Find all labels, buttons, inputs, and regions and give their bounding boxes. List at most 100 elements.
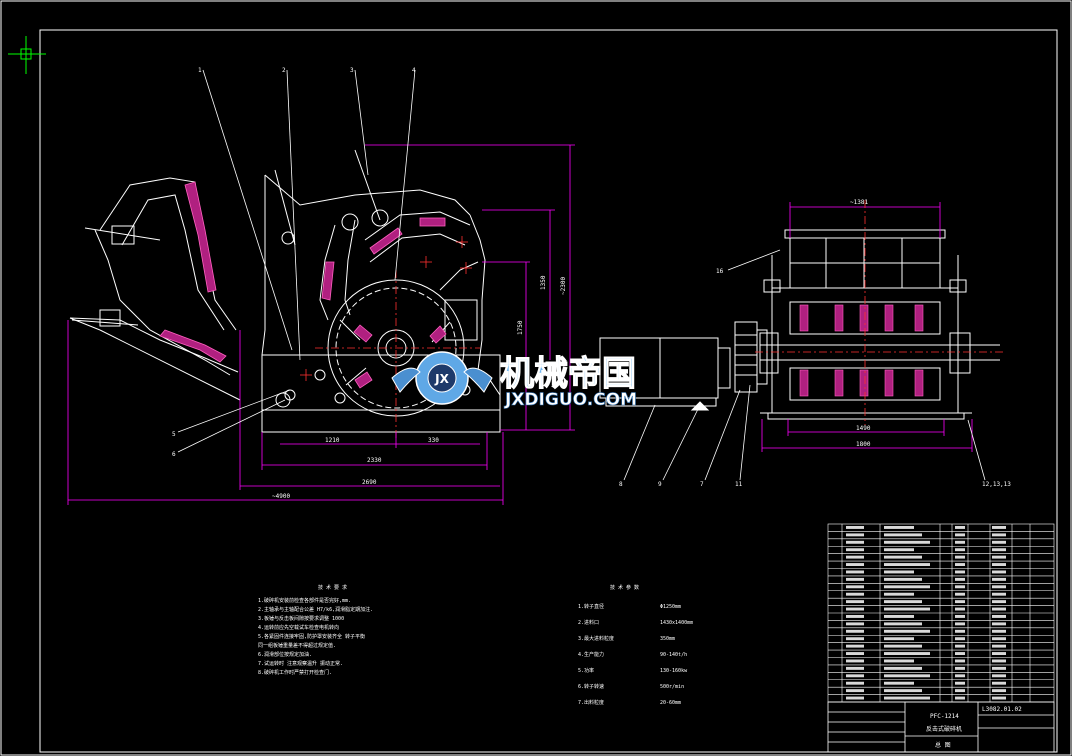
parts-table-cell-mark <box>884 696 930 700</box>
parts-table-cell-mark <box>992 577 1006 581</box>
parts-table-cell-mark <box>884 585 930 589</box>
dim-1381: ~1381 <box>850 199 868 206</box>
specs-heading: 技 术 参 数 <box>610 584 639 591</box>
parts-table-cell-mark <box>992 615 1006 618</box>
parts-table-cell-mark <box>884 563 930 566</box>
parts-table-cell-mark <box>955 674 965 678</box>
dim-1750: 1750 <box>517 320 524 335</box>
parts-table-cell-mark <box>992 600 1006 604</box>
parts-table-cell-mark <box>846 607 864 611</box>
watermark-cn: 机械帝国 <box>500 354 636 394</box>
parts-table-cell-mark <box>955 585 965 589</box>
parts-table-cell-mark <box>955 555 965 559</box>
label-part-4: 4 <box>412 67 416 74</box>
parts-table-cell-mark <box>992 592 1006 596</box>
parts-table-cell-mark <box>846 600 864 604</box>
parts-table-cell-mark <box>992 629 1006 633</box>
label-part-16: 16 <box>716 268 724 275</box>
parts-table-cell-mark <box>884 533 922 537</box>
note-line-5: 5.各紧固件连接牢固,防护罩安装齐全 转子平衡 <box>258 633 365 640</box>
spec-value-1: Φ1250mm <box>660 604 681 610</box>
label-part-6: 6 <box>172 451 176 458</box>
parts-table-cell-mark <box>955 570 965 574</box>
technical-notes: 技 术 要 求 1.破碎机安装前检查各部件是否完好,mm. 2.主轴承与主轴配合… <box>258 584 373 676</box>
parts-table-cell-mark <box>884 622 922 626</box>
sheet-label: 总 图 <box>935 741 951 749</box>
note-line-6: 同一组板锤重量差不得超过规定值. <box>258 642 336 649</box>
parts-table-cell-mark <box>955 696 965 700</box>
parts-table-cell-mark <box>992 644 1006 648</box>
parts-table-cell-mark <box>884 652 930 655</box>
parts-table-cell-mark <box>846 622 864 626</box>
parts-table-cell-mark <box>955 526 965 529</box>
label-part-12-13: 12,13,13 <box>982 481 1011 488</box>
motor-leaders <box>623 384 751 481</box>
parts-table-cell-mark <box>955 540 965 544</box>
parts-list-table <box>827 523 1055 703</box>
parts-table-cell-mark <box>846 615 864 618</box>
front-leaders <box>177 69 416 453</box>
parts-table-cell-mark <box>846 629 864 633</box>
parts-table-cell-mark <box>992 585 1006 589</box>
drawing-number: L3082.01.02 <box>982 706 1022 713</box>
parts-table-cell-mark <box>884 659 914 663</box>
spec-label-2: 2.进料口 <box>578 619 599 626</box>
parts-table-cell-mark <box>846 652 864 655</box>
parts-table-cell-mark <box>955 533 965 537</box>
parts-table-cell-mark <box>955 644 965 648</box>
cad-drawing: 1210 330 2330 2690 ~4900 1350 1750 ~2300… <box>0 0 1072 756</box>
bottom-part-labels: 8 9 7 11 <box>619 481 743 488</box>
parts-table-cell-mark <box>992 563 1006 566</box>
watermark: JX 机械帝国 JXDIGUO.COM <box>391 351 637 410</box>
spec-label-5: 5.功率 <box>578 667 594 674</box>
parts-table-cell-mark <box>992 696 1006 700</box>
spec-value-4: 90-140t/h <box>660 652 687 658</box>
dim-2690: 2690 <box>362 479 377 486</box>
parts-table-cell-mark <box>955 548 965 552</box>
parts-table-cell-mark <box>846 644 864 648</box>
parts-table-cell-mark <box>955 629 965 633</box>
parts-table-cell-mark <box>846 689 864 693</box>
label-part-11: 11 <box>735 481 743 488</box>
parts-table-cell-mark <box>884 555 922 559</box>
dim-2300: ~2300 <box>560 277 567 295</box>
parts-table-cell-mark <box>955 622 965 626</box>
parts-table-cell-mark <box>955 600 965 604</box>
watermark-en: JXDIGUO.COM <box>504 390 637 410</box>
note-line-3: 3.板锤与反击板间隙按要求调整 1000 <box>258 615 344 622</box>
parts-table-cell-mark <box>992 689 1006 693</box>
parts-table-cell-mark <box>846 637 864 641</box>
parts-table-cell-mark <box>992 526 1006 529</box>
parts-table-cell-mark <box>992 637 1006 641</box>
svg-text:JX: JX <box>434 372 449 386</box>
model-number: PFC-1214 <box>930 713 959 720</box>
dim-330: 330 <box>428 437 439 444</box>
label-part-5: 5 <box>172 431 176 438</box>
note-line-8: 7.试运转时 注意观察温升 振动正常. <box>258 660 343 667</box>
note-line-1: 1.破碎机安装前检查各部件是否完好,mm. <box>258 597 351 604</box>
note-line-7: 6.润滑部位按规定加油. <box>258 651 312 658</box>
parts-table-cell-mark <box>884 600 922 604</box>
parts-table-cell-mark <box>884 540 930 544</box>
parts-table-cell-mark <box>992 681 1006 685</box>
parts-table-cell-mark <box>992 533 1006 537</box>
dim-1210: 1210 <box>325 437 340 444</box>
label-part-9: 9 <box>658 481 662 488</box>
front-dimension-lines <box>67 144 575 505</box>
parts-table-cell-mark <box>846 592 864 596</box>
title-block-texts: PFC-1214 反击式破碎机 L3082.01.02 总 图 <box>926 706 1022 749</box>
parts-table-cell-mark <box>884 526 914 529</box>
note-line-4: 4.运转前应先空载试车检查电机转向 <box>258 624 339 631</box>
parts-table-cell-mark <box>884 666 922 670</box>
parts-table-cell-mark <box>955 577 965 581</box>
dim-1350: 1350 <box>540 275 547 290</box>
parts-table-cell-mark <box>884 637 914 641</box>
parts-table-cell-mark <box>846 548 864 552</box>
parts-table-cell-mark <box>846 659 864 663</box>
side-view <box>759 229 1000 420</box>
parts-table-cell-mark <box>955 652 965 655</box>
dim-total: ~4900 <box>272 493 290 500</box>
parts-table-cell-mark <box>955 681 965 685</box>
parts-table-cell-mark <box>884 644 922 648</box>
parts-table-cell-mark <box>884 577 922 581</box>
